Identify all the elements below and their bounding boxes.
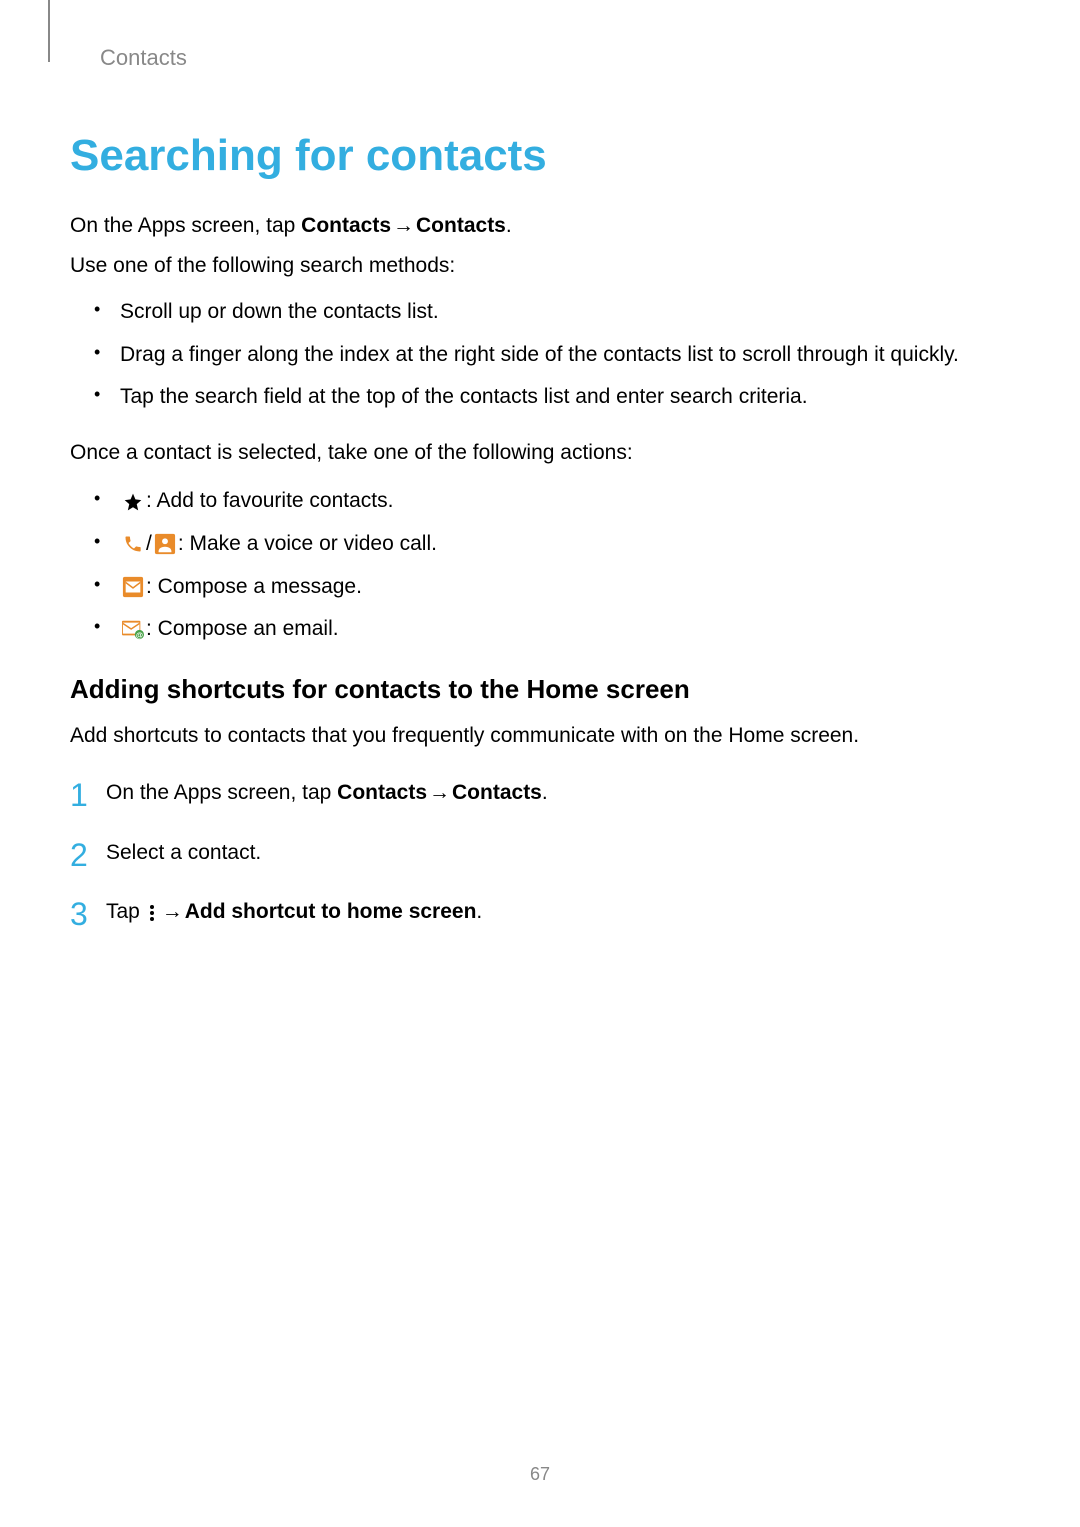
list-item: Tap the search field at the top of the c… xyxy=(92,381,1010,414)
intro-bold2: Contacts xyxy=(416,214,506,237)
email-icon: @ xyxy=(122,618,144,640)
step-prefix: On the Apps screen, tap xyxy=(106,781,337,804)
phone-icon xyxy=(122,533,144,555)
actions-list: : Add to favourite contacts. / : Make a … xyxy=(92,485,1010,645)
steps-list: 1 On the Apps screen, tap Contacts → Con… xyxy=(70,776,1010,929)
intro-line-1: On the Apps screen, tap Contacts → Conta… xyxy=(70,209,1010,243)
sub-intro: Add shortcuts to contacts that you frequ… xyxy=(70,719,1010,753)
page-number: 67 xyxy=(0,1464,1080,1485)
step-suffix: . xyxy=(542,781,548,804)
page-content: Contacts Searching for contacts On the A… xyxy=(0,0,1080,1015)
step-3: 3 Tap → Add shortcut to home screen. xyxy=(70,895,1010,929)
step-2: 2 Select a contact. xyxy=(70,836,1010,870)
header-rule xyxy=(48,0,50,62)
arrow-icon: → xyxy=(391,209,416,243)
video-call-icon xyxy=(154,533,176,555)
search-methods-list: Scroll up or down the contacts list. Dra… xyxy=(92,296,1010,414)
step-bold: Add shortcut to home screen xyxy=(185,900,477,923)
page-title: Searching for contacts xyxy=(70,131,1010,181)
intro-bold1: Contacts xyxy=(301,214,391,237)
slash-sep: / xyxy=(146,528,152,561)
action-call: / : Make a voice or video call. xyxy=(92,528,1010,561)
list-item: Scroll up or down the contacts list. xyxy=(92,296,1010,329)
action-text: : Compose a message. xyxy=(146,571,362,604)
section-header: Contacts xyxy=(100,45,1010,71)
intro-suffix: . xyxy=(506,214,512,237)
step-suffix: . xyxy=(476,900,482,923)
action-message: : Compose a message. xyxy=(92,571,1010,604)
step-prefix: Tap xyxy=(106,900,146,923)
more-options-icon xyxy=(150,905,156,921)
intro-prefix: On the Apps screen, tap xyxy=(70,214,301,237)
step-number: 2 xyxy=(70,830,88,881)
step-1: 1 On the Apps screen, tap Contacts → Con… xyxy=(70,776,1010,810)
step-bold1: Contacts xyxy=(337,781,427,804)
step-bold2: Contacts xyxy=(452,781,542,804)
arrow-icon: → xyxy=(427,776,452,810)
action-text: : Compose an email. xyxy=(146,613,339,646)
action-email: @ : Compose an email. xyxy=(92,613,1010,646)
action-text: : Make a voice or video call. xyxy=(178,528,437,561)
star-icon xyxy=(122,491,144,513)
list-item: Drag a finger along the index at the rig… xyxy=(92,339,1010,372)
after-select-text: Once a contact is selected, take one of … xyxy=(70,436,1010,470)
message-icon xyxy=(122,576,144,598)
step-number: 3 xyxy=(70,889,88,940)
arrow-icon: → xyxy=(160,895,185,929)
sub-heading: Adding shortcuts for contacts to the Hom… xyxy=(70,674,1010,705)
step-number: 1 xyxy=(70,770,88,821)
step-text: Select a contact. xyxy=(106,841,261,864)
svg-text:@: @ xyxy=(136,631,143,640)
action-favourite: : Add to favourite contacts. xyxy=(92,485,1010,518)
action-text: : Add to favourite contacts. xyxy=(146,485,393,518)
intro-line-2: Use one of the following search methods: xyxy=(70,249,1010,283)
